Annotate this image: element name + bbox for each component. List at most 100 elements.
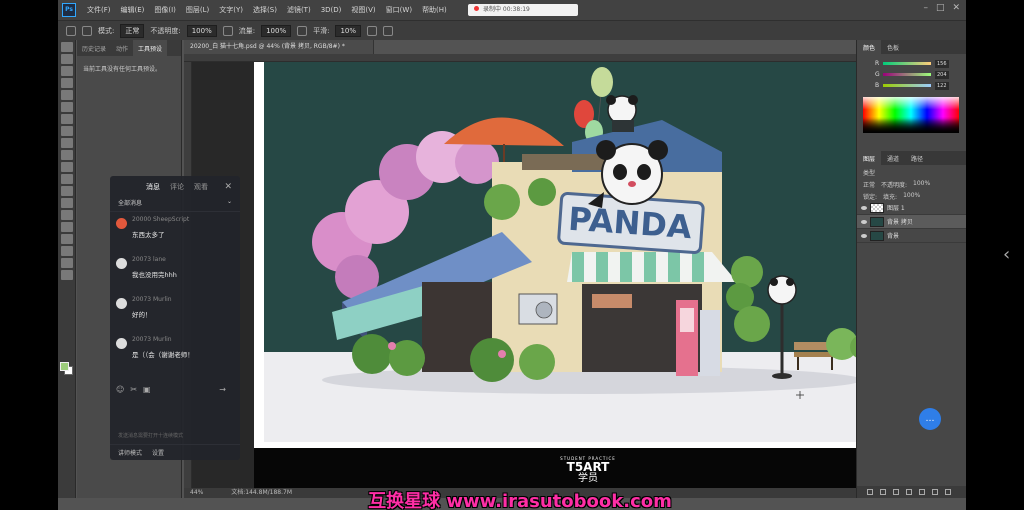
dodge-tool-icon[interactable]	[60, 198, 73, 208]
fill-value[interactable]: 100%	[903, 192, 920, 201]
tab-swatches[interactable]: 色板	[881, 40, 905, 54]
slider-green-track[interactable]	[883, 73, 931, 76]
layer-opacity-value[interactable]: 100%	[913, 180, 930, 189]
brush-tool-icon[interactable]	[66, 25, 76, 36]
menu-window[interactable]: 窗口(W)	[381, 5, 417, 15]
layer-row[interactable]: 背景 拷贝	[857, 215, 966, 229]
eye-icon[interactable]	[861, 205, 867, 210]
zoom-level[interactable]: 44%	[190, 489, 203, 496]
menu-filter[interactable]: 滤镜(T)	[282, 5, 316, 15]
chat-bubble-icon[interactable]: …	[919, 408, 941, 430]
slider-red-track[interactable]	[883, 62, 931, 65]
blur-tool-icon[interactable]	[60, 186, 73, 196]
slider-blue-track[interactable]	[883, 84, 931, 87]
tab-channels[interactable]: 通道	[881, 151, 905, 165]
smooth-field[interactable]: 10%	[335, 24, 362, 37]
slider-red[interactable]: R 156	[857, 58, 966, 69]
lasso-tool-icon[interactable]	[60, 66, 73, 76]
adjustment-icon[interactable]	[906, 489, 912, 495]
type-tool-icon[interactable]	[60, 222, 73, 232]
pen-tool-icon[interactable]	[60, 210, 73, 220]
menu-layer[interactable]: 图层(L)	[181, 5, 214, 15]
menu-image[interactable]: 图像(I)	[149, 5, 181, 15]
menu-select[interactable]: 选择(S)	[248, 5, 282, 15]
tab-messages[interactable]: 消息	[146, 182, 160, 192]
magic-wand-tool-icon[interactable]	[60, 78, 73, 88]
pressure-opacity-icon[interactable]	[222, 25, 233, 36]
blend-mode-select[interactable]: 正常	[863, 180, 875, 189]
emoji-icon[interactable]: ☺	[116, 385, 124, 394]
color-spectrum[interactable]	[863, 97, 959, 133]
foreground-color-swatch[interactable]	[60, 362, 69, 371]
menu-3d[interactable]: 3D(D)	[316, 6, 347, 14]
menu-help[interactable]: 帮助(H)	[417, 5, 452, 15]
slider-blue[interactable]: B 122	[857, 80, 966, 91]
slider-red-value[interactable]: 156	[935, 59, 949, 68]
history-panel-tabs: 历史记录 动作 工具预设	[77, 40, 181, 56]
artwork-canvas[interactable]: PANDA	[192, 62, 906, 488]
eye-icon[interactable]	[861, 219, 867, 224]
symmetry-icon[interactable]	[383, 25, 394, 36]
tab-history[interactable]: 历史记录	[77, 40, 111, 56]
menu-view[interactable]: 视图(V)	[346, 5, 380, 15]
menu-file[interactable]: 文件(F)	[82, 5, 116, 15]
eyedropper-tool-icon[interactable]	[60, 102, 73, 112]
slider-green[interactable]: G 204	[857, 69, 966, 80]
settings-button[interactable]: 设置	[152, 448, 164, 457]
brush-tool-icon[interactable]	[60, 126, 73, 136]
teacher-mode-button[interactable]: 讲师模式	[118, 448, 142, 457]
minimize-icon[interactable]: –	[923, 3, 928, 13]
slider-blue-value[interactable]: 122	[935, 81, 949, 90]
tab-comments[interactable]: 评论	[170, 182, 184, 192]
opacity-field[interactable]: 100%	[186, 24, 217, 37]
maximize-icon[interactable]: □	[936, 3, 945, 13]
message-filter[interactable]: 全部消息 ⌄	[110, 198, 240, 212]
send-button[interactable]: →	[219, 385, 226, 394]
brush-preset-icon[interactable]	[82, 25, 92, 36]
trash-icon[interactable]	[945, 489, 951, 495]
flow-field[interactable]: 100%	[261, 24, 292, 37]
chevron-left-icon[interactable]: ‹	[1003, 244, 1010, 265]
layer-row[interactable]: 背景	[857, 229, 966, 243]
marquee-tool-icon[interactable]	[60, 54, 73, 64]
airbrush-icon[interactable]	[297, 25, 308, 36]
chat-close-button[interactable]: ✕	[224, 182, 232, 192]
tab-tool-presets[interactable]: 工具预设	[133, 40, 168, 56]
hand-tool-icon[interactable]	[60, 258, 73, 268]
zoom-tool-icon[interactable]	[60, 270, 73, 280]
menu-edit[interactable]: 编辑(E)	[116, 5, 150, 15]
recording-indicator[interactable]: 录制中 00:38:19	[468, 4, 578, 16]
healing-tool-icon[interactable]	[60, 114, 73, 124]
tab-layers[interactable]: 图层	[857, 151, 882, 165]
crop-tool-icon[interactable]	[60, 90, 73, 100]
gear-icon[interactable]	[367, 25, 378, 36]
fx-icon[interactable]	[880, 489, 886, 495]
mode-select[interactable]: 正常	[120, 23, 145, 38]
mask-icon[interactable]	[893, 489, 899, 495]
path-select-tool-icon[interactable]	[60, 234, 73, 244]
eraser-tool-icon[interactable]	[60, 162, 73, 172]
live-chat-panel: 消息 评论 观看 ✕ 全部消息 ⌄ 20000 SheepScript 东西太多…	[110, 176, 240, 460]
scissors-icon[interactable]: ✂	[130, 385, 137, 394]
folder-icon[interactable]	[919, 489, 925, 495]
tab-paths[interactable]: 路径	[905, 151, 929, 165]
new-layer-icon[interactable]	[932, 489, 938, 495]
document-tab[interactable]: 20200_白 猫十七角.psd @ 44% (背景 拷贝, RGB/8#) *	[184, 40, 374, 54]
canvas-area[interactable]: PANDA	[192, 62, 906, 488]
eye-icon[interactable]	[861, 233, 867, 238]
move-tool-icon[interactable]	[60, 42, 73, 52]
close-icon[interactable]: ✕	[952, 3, 960, 13]
slider-green-value[interactable]: 204	[935, 70, 949, 79]
shape-tool-icon[interactable]	[60, 246, 73, 256]
layer-kind-filter[interactable]: 类型	[863, 168, 875, 177]
gradient-tool-icon[interactable]	[60, 174, 73, 184]
history-brush-tool-icon[interactable]	[60, 150, 73, 160]
stamp-tool-icon[interactable]	[60, 138, 73, 148]
layer-row[interactable]: 图层 1	[857, 201, 966, 215]
tab-actions[interactable]: 动作	[111, 40, 133, 56]
link-icon[interactable]	[867, 489, 873, 495]
tab-color[interactable]: 颜色	[857, 40, 882, 54]
image-icon[interactable]: ▣	[143, 385, 151, 394]
tab-viewers[interactable]: 观看	[194, 182, 208, 192]
menu-type[interactable]: 文字(Y)	[214, 5, 248, 15]
